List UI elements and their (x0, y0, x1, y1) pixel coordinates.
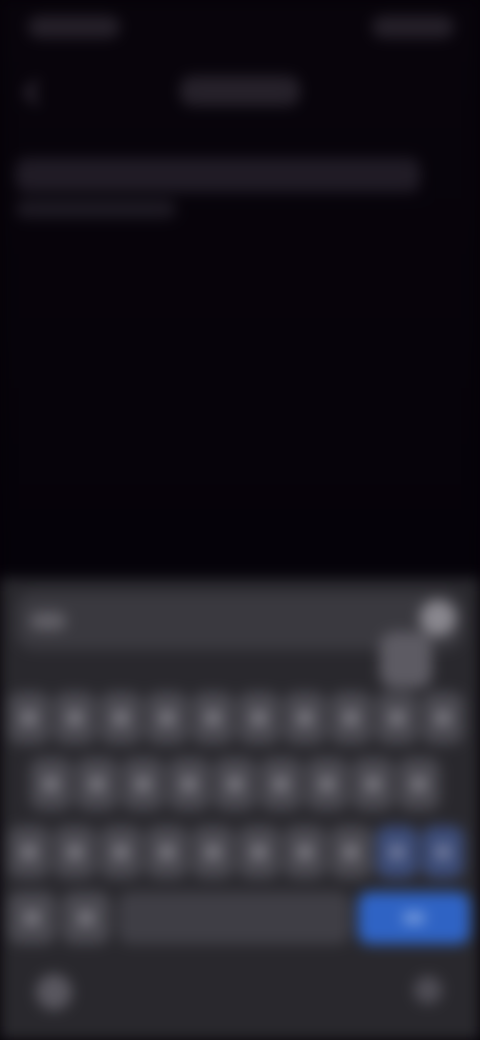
keyboard-row-1 (8, 692, 472, 744)
key[interactable] (376, 826, 418, 878)
space-key[interactable] (118, 892, 350, 944)
key[interactable] (54, 826, 96, 878)
key-preview-popup (380, 632, 432, 688)
keyboard-switch-icon[interactable] (414, 976, 442, 1004)
key[interactable] (168, 758, 210, 810)
key[interactable] (100, 826, 142, 878)
key[interactable] (330, 826, 372, 878)
key[interactable] (398, 758, 440, 810)
keyboard-row-3 (8, 826, 472, 878)
microphone-icon[interactable] (420, 600, 456, 636)
key[interactable] (284, 692, 326, 744)
key[interactable] (422, 692, 464, 744)
keyboard-row-4 (8, 892, 472, 944)
key[interactable] (260, 758, 302, 810)
on-screen-keyboard (0, 578, 480, 1040)
message-line (16, 200, 176, 218)
key[interactable] (76, 758, 118, 810)
key[interactable] (54, 692, 96, 744)
key[interactable] (192, 692, 234, 744)
status-time (28, 16, 120, 38)
key[interactable] (306, 758, 348, 810)
back-button[interactable] (20, 76, 52, 108)
key[interactable] (376, 692, 418, 744)
key[interactable] (30, 758, 72, 810)
message-line (16, 158, 420, 192)
navigation-bar (0, 954, 480, 1040)
emoji-icon[interactable] (62, 892, 110, 944)
key[interactable] (330, 692, 372, 744)
key[interactable] (352, 758, 394, 810)
back-arrow-icon (23, 79, 49, 105)
keyboard-row-2 (30, 758, 450, 810)
key[interactable] (100, 692, 142, 744)
key[interactable] (214, 758, 256, 810)
symbols-key[interactable] (8, 892, 56, 944)
key[interactable] (146, 692, 188, 744)
key[interactable] (238, 826, 280, 878)
key[interactable] (122, 758, 164, 810)
app-screen (0, 0, 480, 1040)
shift-key[interactable] (8, 826, 50, 878)
battery-icon (372, 16, 454, 38)
send-icon[interactable] (358, 892, 470, 944)
suggestion-item[interactable] (30, 612, 66, 630)
app-header (0, 70, 480, 114)
key[interactable] (192, 826, 234, 878)
page-title (180, 76, 300, 106)
backspace-key[interactable] (422, 826, 464, 878)
keyboard-hide-icon[interactable] (36, 974, 72, 1010)
key[interactable] (146, 826, 188, 878)
status-bar (0, 0, 480, 56)
key[interactable] (284, 826, 326, 878)
key[interactable] (238, 692, 280, 744)
key[interactable] (8, 692, 50, 744)
message-text (16, 158, 420, 218)
